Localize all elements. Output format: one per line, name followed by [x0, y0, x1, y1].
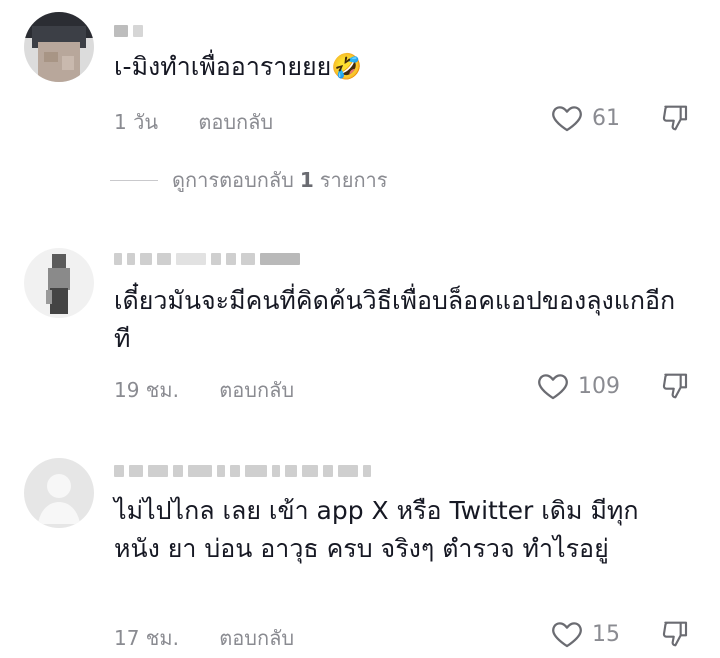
comment-meta: 19 ชม. ตอบกลับ: [114, 374, 328, 406]
divider-line: [110, 179, 158, 181]
thumbs-down-outline-icon: [662, 621, 688, 647]
view-replies-suffix: รายการ: [319, 168, 388, 192]
reply-button[interactable]: ตอบกลับ: [219, 626, 294, 650]
username-blurred[interactable]: [114, 460, 376, 477]
dislike-button[interactable]: [660, 370, 692, 402]
reply-button[interactable]: ตอบกลับ: [198, 110, 273, 134]
like-button[interactable]: 15: [550, 617, 620, 651]
timestamp: 19 ชม.: [114, 378, 179, 402]
comment-meta: 17 ชม. ตอบกลับ: [114, 622, 328, 654]
reply-button[interactable]: ตอบกลับ: [219, 378, 294, 402]
comment-text: ไม่ไปไกล เลย เข้า app X หรือ Twitter เดิ…: [114, 496, 639, 563]
like-button[interactable]: 61: [550, 101, 620, 135]
timestamp: 17 ชม.: [114, 626, 179, 650]
heart-outline-icon: [552, 622, 582, 648]
like-count: 15: [592, 621, 620, 647]
like-count: 109: [578, 373, 620, 399]
avatar[interactable]: [24, 12, 94, 82]
view-replies-prefix: ดูการตอบกลับ: [172, 168, 294, 192]
comment-text: เ-มิงทำเพื่ออารายยย🤣: [114, 52, 363, 81]
like-button[interactable]: 109: [536, 369, 620, 403]
view-replies-link[interactable]: ดูการตอบกลับ 1 รายการ: [110, 164, 388, 196]
thumbs-down-outline-icon: [662, 105, 688, 131]
username-blurred[interactable]: [114, 248, 305, 265]
avatar[interactable]: [24, 248, 94, 318]
thumbs-down-outline-icon: [662, 373, 688, 399]
dislike-button[interactable]: [660, 102, 692, 134]
username-blurred[interactable]: [114, 20, 148, 37]
heart-outline-icon: [552, 106, 582, 132]
dislike-button[interactable]: [660, 618, 692, 650]
avatar[interactable]: [24, 458, 94, 528]
view-replies-count: 1: [299, 168, 314, 192]
comment-text: เดี๋ยวมันจะมีคนที่คิดค้นวิธีเพื่อบล็อคแอ…: [114, 286, 676, 353]
heart-outline-icon: [538, 374, 568, 400]
comment-meta: 1 วัน ตอบกลับ: [114, 106, 307, 138]
timestamp: 1 วัน: [114, 110, 158, 134]
like-count: 61: [592, 105, 620, 131]
